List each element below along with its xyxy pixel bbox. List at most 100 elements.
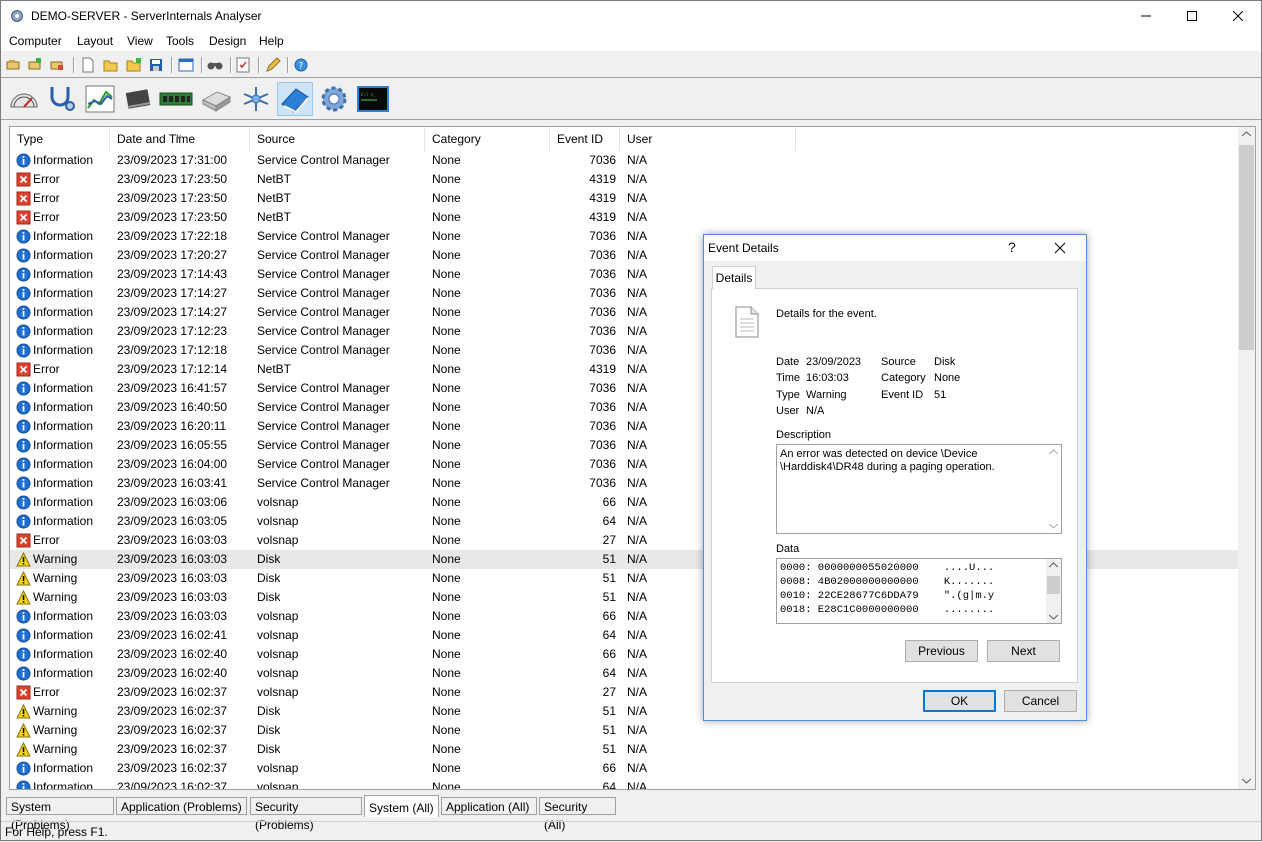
cell-type: Warning xyxy=(33,704,78,718)
cell-category: None xyxy=(432,476,461,490)
cell-category: None xyxy=(432,666,461,680)
event-log-book-icon[interactable] xyxy=(277,82,313,116)
cell-type: Information xyxy=(33,305,94,319)
scroll-down-icon[interactable] xyxy=(1049,523,1058,529)
disk-drive-icon[interactable] xyxy=(198,82,234,116)
add-folder-icon[interactable] xyxy=(126,58,142,72)
cell-category: None xyxy=(432,324,461,338)
table-row[interactable]: Error 23/09/2023 17:23:50 NetBT None 4319 N/A xyxy=(10,189,1238,208)
scroll-up-icon[interactable] xyxy=(1049,562,1058,568)
cell-event-id: 7036 xyxy=(589,267,616,281)
open-folder-icon[interactable] xyxy=(103,58,119,72)
new-document-icon[interactable] xyxy=(81,57,95,73)
scroll-up-icon[interactable] xyxy=(1049,449,1058,455)
cancel-button[interactable]: Cancel xyxy=(1004,690,1077,712)
memory-module-icon[interactable] xyxy=(158,82,194,116)
small-toolbar: ? xyxy=(1,53,1261,78)
table-row[interactable]: Error 23/09/2023 17:23:50 NetBT None 4319 N/A xyxy=(10,208,1238,227)
menu-view[interactable]: View xyxy=(127,34,153,48)
menu-tools[interactable]: Tools xyxy=(166,34,194,48)
column-category[interactable]: Category xyxy=(425,127,550,151)
data-scroll-thumb[interactable] xyxy=(1047,576,1060,594)
svg-text:C:\ >_: C:\ >_ xyxy=(361,92,376,97)
processor-chip-icon[interactable] xyxy=(120,82,156,116)
tab-security-all[interactable]: Security (All) xyxy=(539,797,616,832)
cell-category: None xyxy=(432,362,461,376)
menu-layout[interactable]: Layout xyxy=(77,34,113,48)
cell-source: Service Control Manager xyxy=(257,457,390,471)
save-icon[interactable] xyxy=(149,58,163,72)
scroll-up-icon[interactable] xyxy=(1242,131,1251,137)
list-scrollbar[interactable] xyxy=(1238,127,1255,789)
scrollbar-thumb[interactable] xyxy=(1239,145,1254,350)
menu-design[interactable]: Design xyxy=(209,34,246,48)
ok-button[interactable]: OK xyxy=(923,690,996,712)
tab-details[interactable]: Details xyxy=(712,266,756,289)
column-event-id[interactable]: Event ID xyxy=(550,127,620,151)
cell-category: None xyxy=(432,685,461,699)
minimize-button[interactable] xyxy=(1123,1,1169,31)
warning-icon xyxy=(16,551,31,567)
cell-type: Information xyxy=(33,324,94,338)
table-row[interactable]: Information 23/09/2023 16:02:37 volsnap Non… xyxy=(10,778,1238,789)
maximize-button[interactable] xyxy=(1169,1,1215,31)
description-textbox[interactable]: An error was detected on device \Device … xyxy=(776,444,1062,534)
close-button[interactable] xyxy=(1215,1,1261,31)
table-row[interactable]: Information 23/09/2023 17:31:00 Service Co… xyxy=(10,151,1238,170)
scroll-down-icon[interactable] xyxy=(1242,778,1251,784)
cell-type: Information xyxy=(33,267,94,281)
settings-gear-icon[interactable] xyxy=(316,82,352,116)
table-row[interactable]: Warning 23/09/2023 16:02:37 Disk None 51 N/A xyxy=(10,740,1238,759)
data-scrollbar[interactable] xyxy=(1046,559,1061,623)
cell-event-id: 66 xyxy=(602,609,616,623)
dialog-close-icon[interactable] xyxy=(1050,238,1070,258)
help-icon[interactable]: ? xyxy=(294,58,308,72)
column-type[interactable]: Type xyxy=(10,127,110,151)
cell-source: Disk xyxy=(257,552,281,566)
cell-source: Disk xyxy=(257,571,281,585)
previous-button[interactable]: Previous xyxy=(905,640,978,662)
table-row[interactable]: Error 23/09/2023 17:23:50 NetBT None 4319 N/A xyxy=(10,170,1238,189)
window-icon[interactable] xyxy=(178,58,194,72)
network-icon[interactable] xyxy=(238,82,274,116)
remove-computer-icon[interactable] xyxy=(50,58,64,72)
cell-user: N/A xyxy=(627,666,648,680)
performance-chart-icon[interactable] xyxy=(82,82,118,116)
details-panel: Details for the event. Date 23/09/2023 T… xyxy=(711,288,1078,683)
binoculars-icon[interactable] xyxy=(207,58,223,72)
next-button[interactable]: Next xyxy=(987,640,1060,662)
column-date-time[interactable]: Date and Time ∨ xyxy=(110,127,250,151)
checklist-icon[interactable] xyxy=(236,57,250,73)
tab-application-all[interactable]: Application (All) xyxy=(441,797,537,815)
cell-user: N/A xyxy=(627,362,648,376)
cell-source: Service Control Manager xyxy=(257,438,390,452)
description-scrollbar[interactable] xyxy=(1046,445,1061,533)
health-stethoscope-icon[interactable] xyxy=(44,82,80,116)
cell-type: Information xyxy=(33,248,94,262)
time-value: 16:03:03 xyxy=(806,372,849,384)
data-hexbox[interactable]: 0000: 0000000055020000 ....U... 0008: 4B… xyxy=(776,558,1062,624)
tab-system-problems[interactable]: System (Problems) xyxy=(6,797,114,832)
column-source[interactable]: Source xyxy=(250,127,425,151)
table-row[interactable]: Information 23/09/2023 16:02:37 volsnap Non… xyxy=(10,759,1238,778)
menu-computer[interactable]: Computer xyxy=(9,34,62,48)
information-icon xyxy=(16,267,31,282)
cell-category: None xyxy=(432,210,461,224)
tab-application-problems[interactable]: Application (Problems) xyxy=(116,797,247,815)
error-icon xyxy=(16,362,31,377)
error-icon xyxy=(16,533,31,548)
column-user[interactable]: User xyxy=(620,127,796,151)
edit-icon[interactable] xyxy=(265,57,281,73)
menu-help[interactable]: Help xyxy=(259,34,284,48)
table-row[interactable]: Warning 23/09/2023 16:02:37 Disk None 51 N/A xyxy=(10,721,1238,740)
tab-system-all[interactable]: System (All) xyxy=(364,795,439,817)
tab-security-problems[interactable]: Security (Problems) xyxy=(250,797,362,832)
add-computer-icon[interactable] xyxy=(28,58,42,72)
scroll-down-icon[interactable] xyxy=(1049,614,1058,620)
dashboard-gauge-icon[interactable] xyxy=(6,82,42,116)
cell-date-time: 23/09/2023 16:02:37 xyxy=(117,685,228,699)
dialog-help-button[interactable]: ? xyxy=(1008,239,1016,255)
connect-icon[interactable] xyxy=(6,58,20,72)
console-screen-icon[interactable]: C:\ >_ xyxy=(355,82,391,116)
cell-source: Disk xyxy=(257,723,281,737)
